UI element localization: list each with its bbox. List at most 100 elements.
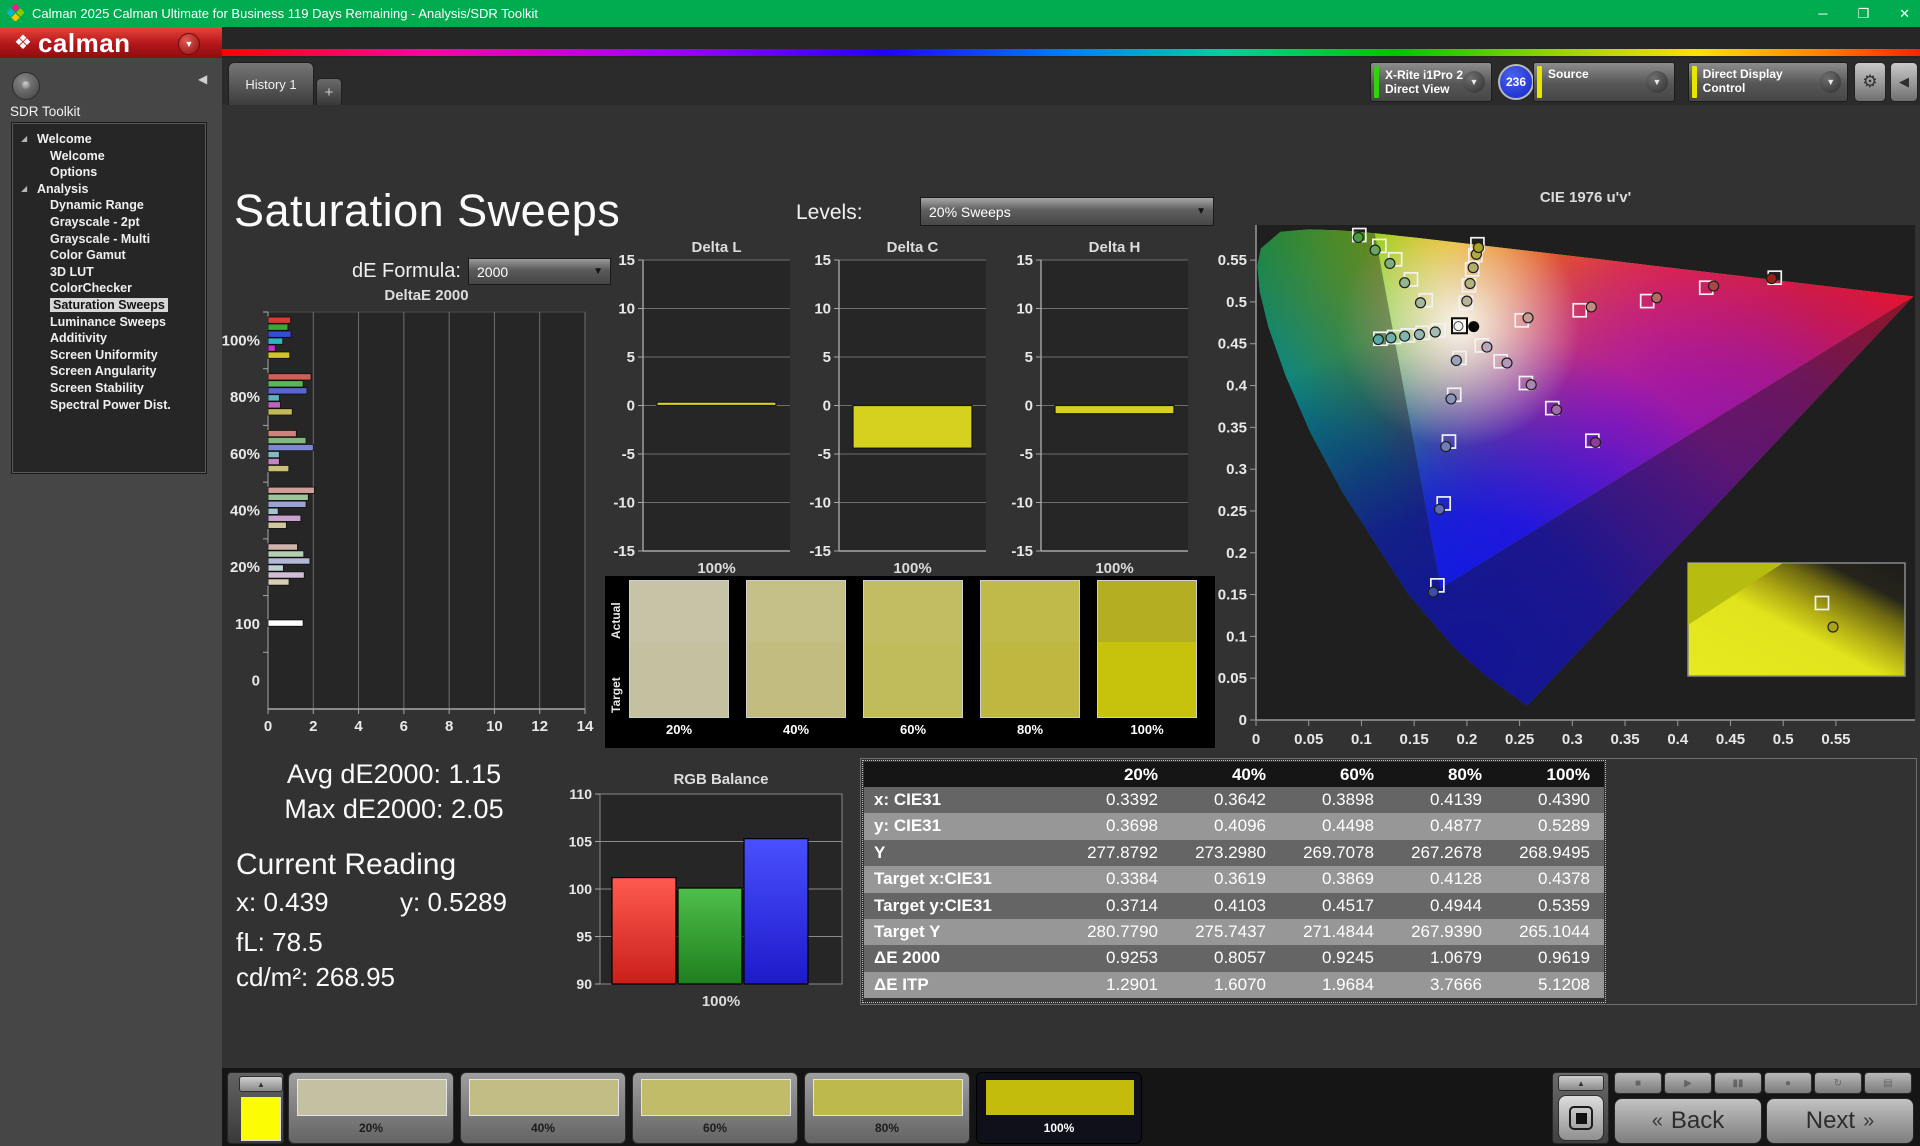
table-cell: 0.3384 [1064, 866, 1172, 893]
svg-text:-5: -5 [818, 446, 831, 463]
svg-text:15: 15 [1016, 252, 1033, 269]
swatch-actual [981, 581, 1079, 643]
de-formula-dropdown[interactable]: 2000 ▼ [468, 258, 611, 285]
stop-icon [1569, 1106, 1593, 1130]
pattern-up-button[interactable]: ▲ [239, 1076, 283, 1092]
table-row-label-e-itp: ΔE ITP [864, 971, 1064, 999]
levels-dropdown[interactable]: 20% Sweeps ▼ [920, 197, 1214, 226]
sidebar-item-spectral-power-dist[interactable]: Spectral Power Dist. [12, 397, 206, 414]
swatch-60 [863, 580, 963, 718]
table-cell: 0.9245 [1280, 945, 1388, 972]
sidebar-item-label: Saturation Sweeps [50, 297, 168, 312]
sidebar-item-screen-angularity[interactable]: Screen Angularity [12, 363, 206, 380]
delta-c-chart: Delta C 15 10 5 0 -5 -10 -15 100% [809, 239, 986, 577]
table-cell: 0.3869 [1280, 866, 1388, 893]
stop-button[interactable]: ■ [1614, 1072, 1662, 1094]
sidebar-item-grayscale-multi[interactable]: Grayscale - Multi [12, 231, 206, 248]
sidebar-item-screen-uniformity[interactable]: Screen Uniformity [12, 347, 206, 364]
add-tab-button[interactable]: + [316, 78, 342, 105]
chevron-down-icon[interactable]: ▼ [1646, 71, 1668, 93]
sidebar-item-label: Luminance Sweeps [50, 314, 167, 329]
swatch-label: 20% [665, 722, 693, 737]
svg-text:0.2: 0.2 [1226, 545, 1247, 562]
sidebar-item-options[interactable]: Options [12, 164, 206, 181]
svg-text:0: 0 [252, 673, 260, 690]
sidebar-item-welcome[interactable]: ◢ Welcome [12, 131, 206, 148]
expander-icon[interactable]: ◢ [21, 181, 27, 198]
svg-text:15: 15 [618, 252, 635, 269]
toolbar-row: History 1 + X-Rite i1Pro 2 Direct View ▼… [222, 58, 1920, 105]
minimize-button[interactable]: ─ [1818, 6, 1827, 21]
sidebar-item-label: Screen Uniformity [50, 347, 158, 362]
sidebar-item-luminance-sweeps[interactable]: Luminance Sweeps [12, 314, 206, 331]
expander-icon[interactable]: ◢ [21, 131, 27, 148]
sidebar-item-analysis[interactable]: ◢ Analysis [12, 181, 206, 198]
sidebar-item-additivity[interactable]: Additivity [12, 330, 206, 347]
sweep-button-label: 80% [874, 1121, 900, 1135]
sidebar-item-grayscale-2pt[interactable]: Grayscale - 2pt [12, 214, 206, 231]
de-formula-label: dE Formula: [352, 260, 461, 282]
table-header-100: 100% [1496, 762, 1604, 787]
sidebar-collapse-icon[interactable]: ◀ [198, 72, 207, 86]
sweep-button-60[interactable]: 60% [632, 1072, 798, 1144]
sidebar-item-label: Screen Angularity [50, 364, 157, 379]
display-control-dropdown[interactable]: Direct Display Control ▼ [1688, 62, 1848, 102]
swatch-row-label-actual: Actual [609, 602, 623, 640]
svg-text:5: 5 [823, 349, 831, 366]
svg-text:0.25: 0.25 [1218, 503, 1247, 520]
swatch-target [864, 642, 962, 717]
back-chevron-icon: « [1651, 1109, 1663, 1132]
de-formula-value: 2000 [477, 263, 509, 280]
collapse-panel-button[interactable]: ◀ [1890, 62, 1918, 102]
results-table: 20% 40% 60% 80% 100% x: CIE31 0.3392 0.3642 0.38… [864, 762, 1604, 999]
svg-text:0.35: 0.35 [1610, 731, 1639, 748]
pause-button[interactable]: ▮▮ [1714, 1072, 1762, 1094]
gear-icon[interactable]: ⚙ [1854, 62, 1886, 102]
chevron-down-icon[interactable]: ▼ [1463, 71, 1486, 93]
svg-text:8: 8 [445, 718, 453, 735]
chevron-down-icon[interactable]: ▼ [1820, 71, 1841, 93]
sidebar-item-dynamic-range[interactable]: Dynamic Range [12, 197, 206, 214]
sidebar-round-button[interactable] [12, 72, 40, 100]
source-dropdown[interactable]: Source ▼ [1533, 62, 1675, 102]
meter-mode: Direct View [1385, 82, 1450, 96]
sweep-button-80[interactable]: 80% [804, 1072, 970, 1144]
back-button[interactable]: « Back [1614, 1098, 1762, 1144]
record-button[interactable]: ● [1764, 1072, 1812, 1094]
play-button[interactable]: ▶ [1664, 1072, 1712, 1094]
sweep-button-20[interactable]: 20% [288, 1072, 454, 1144]
pattern-preview-swatch[interactable] [241, 1097, 281, 1141]
avg-de2000: Avg dE2000: 1.15 [286, 759, 502, 789]
close-button[interactable]: ✕ [1899, 6, 1910, 22]
measure-up-button[interactable]: ▲ [1558, 1075, 1604, 1091]
sidebar-item-welcome[interactable]: Welcome [12, 148, 206, 165]
list-button[interactable]: ▤ [1864, 1072, 1912, 1094]
svg-text:10: 10 [618, 301, 635, 318]
loop-button[interactable]: ↻ [1814, 1072, 1862, 1094]
sidebar-item-color-gamut[interactable]: Color Gamut [12, 247, 206, 264]
tab-history-1[interactable]: History 1 [228, 62, 314, 105]
svg-text:10: 10 [814, 301, 831, 318]
table-cell: 0.3714 [1064, 892, 1172, 919]
app-logo-icon [6, 2, 25, 24]
maximize-button[interactable]: ❐ [1857, 6, 1869, 22]
loop-icon: ↻ [1833, 1077, 1843, 1089]
sweep-button-100[interactable]: 100% [976, 1072, 1142, 1144]
meter-dropdown[interactable]: X-Rite i1Pro 2 Direct View ▼ [1370, 62, 1492, 102]
sidebar-item-colorchecker[interactable]: ColorChecker [12, 280, 206, 297]
sidebar-item-label: Dynamic Range [50, 198, 144, 213]
table-cell: 267.9390 [1388, 918, 1496, 946]
calman-menu-chevron-icon[interactable]: ▼ [178, 33, 200, 55]
sidebar-item-screen-stability[interactable]: Screen Stability [12, 380, 206, 397]
next-button[interactable]: Next » [1766, 1098, 1914, 1144]
sidebar-item-3d-lut[interactable]: 3D LUT [12, 264, 206, 281]
swatch-20 [629, 580, 729, 718]
stop-measure-button[interactable] [1558, 1095, 1604, 1141]
swatch-actual [630, 581, 728, 643]
svg-text:Delta H: Delta H [1089, 239, 1141, 256]
meter-count-badge[interactable]: 236 [1498, 64, 1534, 100]
table-cell: 0.4096 [1172, 813, 1280, 840]
sidebar-item-saturation-sweeps[interactable]: Saturation Sweeps [12, 297, 206, 314]
svg-text:CIE 1976 u'v': CIE 1976 u'v' [1540, 189, 1631, 206]
sweep-button-40[interactable]: 40% [460, 1072, 626, 1144]
